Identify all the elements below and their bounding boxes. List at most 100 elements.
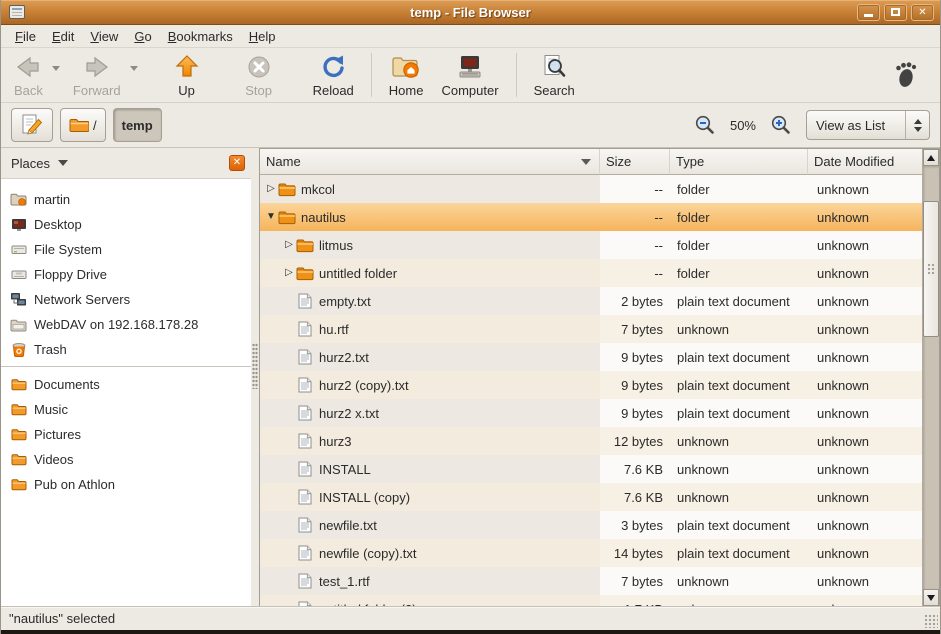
table-row[interactable]: ▼ nautilus -- folder unknown bbox=[260, 203, 922, 231]
table-row[interactable]: ▷ mkcol -- folder unknown bbox=[260, 175, 922, 203]
sidebar-close-button[interactable]: ✕ bbox=[229, 155, 245, 171]
file-name: INSTALL (copy) bbox=[319, 490, 410, 505]
scroll-down-button[interactable] bbox=[923, 589, 939, 606]
sidebar-item-pub-on-athlon[interactable]: Pub on Athlon bbox=[1, 472, 251, 497]
sidebar: Places ✕ martin Desktop File System bbox=[1, 148, 251, 606]
forward-history-dropdown-icon[interactable] bbox=[130, 66, 138, 71]
table-row[interactable]: hu.rtf 7 bytes unknown unknown bbox=[260, 315, 922, 343]
current-path-button[interactable]: temp bbox=[113, 108, 162, 142]
reload-icon bbox=[319, 52, 347, 82]
scrollbar-trough[interactable] bbox=[923, 166, 939, 589]
table-row[interactable]: hurz2 (copy).txt 9 bytes plain text docu… bbox=[260, 371, 922, 399]
sidebar-item-floppy-drive[interactable]: Floppy Drive bbox=[1, 262, 251, 287]
column-header-type[interactable]: Type bbox=[670, 149, 808, 175]
home-button[interactable]: Home bbox=[380, 49, 433, 101]
folder-icon bbox=[278, 210, 296, 225]
cell-size: -- bbox=[600, 203, 670, 231]
file-name: test_1.rtf bbox=[319, 574, 370, 589]
menu-item[interactable]: Bookmarks bbox=[160, 26, 241, 47]
table-row[interactable]: ▷ litmus -- folder unknown bbox=[260, 231, 922, 259]
stop-button[interactable]: Stop bbox=[236, 49, 282, 101]
computer-button[interactable]: Computer bbox=[432, 49, 507, 101]
table-row[interactable]: hurz2.txt 9 bytes plain text document un… bbox=[260, 343, 922, 371]
cell-name: INSTALL (copy) bbox=[260, 483, 600, 511]
back-history-dropdown-icon[interactable] bbox=[52, 66, 60, 71]
scroll-up-button[interactable] bbox=[923, 149, 939, 166]
places-selector[interactable]: Places ✕ bbox=[1, 148, 251, 178]
up-icon bbox=[173, 52, 201, 82]
table-row[interactable]: INSTALL (copy) 7.6 KB unknown unknown bbox=[260, 483, 922, 511]
scrollbar-thumb[interactable] bbox=[923, 201, 939, 337]
column-header-size[interactable]: Size bbox=[600, 149, 670, 175]
menu-item[interactable]: Edit bbox=[44, 26, 82, 47]
drive-icon bbox=[10, 242, 27, 258]
vertical-scrollbar[interactable] bbox=[922, 149, 939, 606]
table-row[interactable]: hurz3 12 bytes unknown unknown bbox=[260, 427, 922, 455]
file-icon bbox=[296, 573, 314, 589]
menu-item[interactable]: Go bbox=[126, 26, 159, 47]
pane-splitter[interactable] bbox=[251, 148, 259, 606]
titlebar[interactable]: temp - File Browser ✕ bbox=[1, 0, 940, 25]
menu-item[interactable]: View bbox=[82, 26, 126, 47]
file-name: mkcol bbox=[301, 182, 335, 197]
file-browser-window: temp - File Browser ✕ FileEditViewGoBook… bbox=[0, 0, 941, 634]
file-name: hurz2 (copy).txt bbox=[319, 378, 409, 393]
file-name: hurz2 x.txt bbox=[319, 406, 379, 421]
zoom-out-button[interactable] bbox=[694, 114, 716, 136]
resize-grip[interactable] bbox=[924, 614, 938, 628]
table-row[interactable]: empty.txt 2 bytes plain text document un… bbox=[260, 287, 922, 315]
column-header-date-modified[interactable]: Date Modified bbox=[808, 149, 922, 175]
table-row[interactable]: untitled folder (2) 1.7 KB unknown unkno… bbox=[260, 595, 922, 606]
sidebar-item-martin[interactable]: martin bbox=[1, 187, 251, 212]
close-button[interactable]: ✕ bbox=[911, 4, 934, 21]
sidebar-item-videos[interactable]: Videos bbox=[1, 447, 251, 472]
maximize-button[interactable] bbox=[884, 4, 907, 21]
sidebar-item-music[interactable]: Music bbox=[1, 397, 251, 422]
edit-location-button[interactable] bbox=[11, 108, 53, 142]
file-icon bbox=[296, 349, 314, 365]
column-headers: Name Size Type Date Modified bbox=[260, 149, 922, 175]
table-row[interactable]: ▷ untitled folder -- folder unknown bbox=[260, 259, 922, 287]
cell-name: empty.txt bbox=[260, 287, 600, 315]
sidebar-item-desktop[interactable]: Desktop bbox=[1, 212, 251, 237]
file-icon bbox=[296, 433, 314, 449]
status-text: "nautilus" selected bbox=[9, 611, 115, 626]
expander-icon[interactable]: ▷ bbox=[264, 175, 278, 203]
cell-size: 7 bytes bbox=[600, 315, 670, 343]
sidebar-item-webdav[interactable]: WebDAV on 192.168.178.28 bbox=[1, 312, 251, 337]
location-bar: / temp 50% View as List bbox=[1, 103, 940, 148]
search-button[interactable]: Search bbox=[525, 49, 584, 101]
sidebar-item-file-system[interactable]: File System bbox=[1, 237, 251, 262]
back-button[interactable]: Back bbox=[5, 49, 52, 101]
reload-button[interactable]: Reload bbox=[304, 49, 363, 101]
view-mode-select[interactable]: View as List bbox=[806, 110, 930, 140]
table-row[interactable]: INSTALL 7.6 KB unknown unknown bbox=[260, 455, 922, 483]
sidebar-item-pictures[interactable]: Pictures bbox=[1, 422, 251, 447]
root-path-button[interactable]: / bbox=[60, 108, 106, 142]
sidebar-item-documents[interactable]: Documents bbox=[1, 372, 251, 397]
folder-icon bbox=[10, 427, 27, 443]
zoom-in-button[interactable] bbox=[770, 114, 792, 136]
minimize-button[interactable] bbox=[857, 4, 880, 21]
sidebar-item-network-servers[interactable]: Network Servers bbox=[1, 287, 251, 312]
table-row[interactable]: test_1.rtf 7 bytes unknown unknown bbox=[260, 567, 922, 595]
file-icon bbox=[296, 321, 314, 337]
cell-size: 9 bytes bbox=[600, 371, 670, 399]
table-row[interactable]: newfile (copy).txt 14 bytes plain text d… bbox=[260, 539, 922, 567]
expander-icon[interactable]: ▼ bbox=[264, 203, 278, 231]
expander-icon[interactable]: ▷ bbox=[282, 231, 296, 259]
sidebar-item-trash[interactable]: Trash bbox=[1, 337, 251, 362]
menu-item[interactable]: File bbox=[7, 26, 44, 47]
cell-name: hu.rtf bbox=[260, 315, 600, 343]
table-row[interactable]: newfile.txt 3 bytes plain text document … bbox=[260, 511, 922, 539]
expander-icon[interactable]: ▷ bbox=[282, 259, 296, 287]
trash-icon bbox=[10, 342, 27, 358]
column-header-name[interactable]: Name bbox=[260, 149, 600, 175]
up-button[interactable]: Up bbox=[164, 49, 210, 101]
forward-button[interactable]: Forward bbox=[64, 49, 130, 101]
menu-item[interactable]: Help bbox=[241, 26, 284, 47]
table-row[interactable]: hurz2 x.txt 9 bytes plain text document … bbox=[260, 399, 922, 427]
cell-date-modified: unknown bbox=[808, 595, 922, 606]
toolbar-separator bbox=[516, 53, 517, 97]
folder-icon bbox=[278, 182, 296, 197]
